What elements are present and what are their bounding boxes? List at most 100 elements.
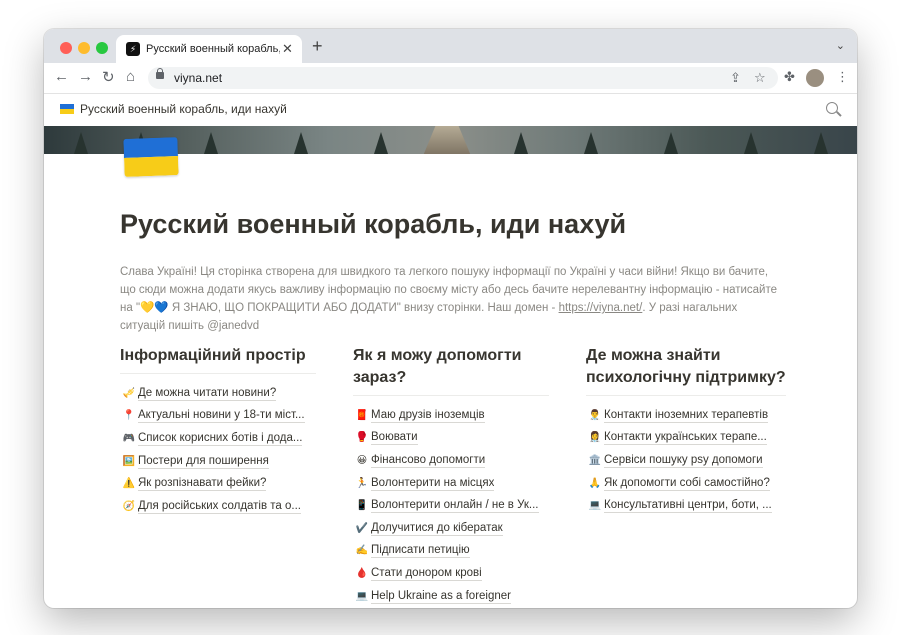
list-item-label: Постери для поширення [138,454,269,469]
compass-icon: 🧭 [122,500,136,512]
browser-toolbar: ← → ↻ ⌂ viyna.net ⇪ ☆ ✤ ⋮ [44,63,857,94]
red-envelope-icon: 🧧 [355,409,369,421]
list-item[interactable]: 🖼️ Постери для поширення [120,450,316,473]
breadcrumb[interactable]: Русский военный корабль, иди нахуй [80,102,287,116]
warning-icon: ⚠️ [122,478,136,490]
list-item[interactable]: 💻 Консультативні центри, боти, ... [586,494,786,517]
picture-icon: 🖼️ [122,455,136,467]
browser-menu-icon[interactable]: ⋮ [836,69,849,85]
list-item[interactable]: 📍 Актуальні новини у 18-ти міст... [120,405,316,428]
blood-drop-icon: 🩸 [355,567,369,579]
list-item-label: Маю друзів іноземців [371,408,485,423]
statue-figure [423,126,471,154]
list-item-label: Актуальні новини у 18-ти міст... [138,409,305,424]
tab-close-icon[interactable]: ✕ [282,41,293,57]
list-item-label: Підписати петицію [371,544,470,559]
list-item-label: Контакти українських терапе... [604,431,767,446]
pray-icon: 🙏 [588,477,602,489]
minimize-window-button[interactable] [78,42,90,54]
address-bar[interactable]: viyna.net ⇪ ☆ [148,67,778,89]
doctor-icon: 👨‍⚕️ [588,409,602,421]
notion-topbar: Русский военный корабль, иди нахуй [44,94,857,126]
pin-icon: 📍 [122,410,136,422]
intro-paragraph: Слава Україні! Ця сторінка створена для … [120,263,780,335]
check-icon: ✔️ [355,522,369,534]
list-item-label: Контакти іноземних терапевтів [604,408,769,423]
divider [586,395,786,396]
runner-icon: 🏃 [355,477,369,489]
list-item-label: Фінансово допомогти [371,453,486,468]
list-item[interactable]: 🧭 Для російських солдатів та о... [120,495,316,518]
list-item-label: Воювати [371,431,418,446]
laptop-icon: 💻 [355,590,369,602]
active-tab[interactable]: ⚡ Русский военный корабль, иди ✕ [116,35,302,63]
forward-icon[interactable]: → [78,68,93,85]
list-item-label: Волонтерити онлайн / не в Ук... [371,499,539,514]
ukraine-flag-icon [60,104,74,114]
close-window-button[interactable] [60,42,72,54]
back-icon[interactable]: ← [54,68,69,85]
list-item-label: Help Ukraine as a foreigner [371,589,511,604]
list-item-label: Стати донором крові [371,566,482,581]
list-item[interactable]: ⚠️ Як розпізнавати фейки? [120,472,316,495]
tab-strip: ⚡ Русский военный корабль, иди ✕ + ⌄ [44,29,857,63]
list-item-label: Для російських солдатів та о... [138,499,302,514]
list-item[interactable]: 👩‍⚕️ Контакти українських терапе... [586,427,786,450]
profile-avatar[interactable] [806,69,824,87]
boxing-glove-icon: 🥊 [355,432,369,444]
page-title: Русский военный корабль, иди нахуй [120,209,627,239]
list-item-label: Долучитися до кібератак [371,521,503,536]
list-item[interactable]: 🏃 Волонтерити на місцях [353,472,549,495]
list-item-label: Де можна читати новини? [138,386,277,401]
doctor-icon: 👩‍⚕️ [588,432,602,444]
list-item-label: Консультативні центри, боти, ... [604,499,772,514]
list-item-label: Як допомогти собі самостійно? [604,476,770,491]
column-heading: Де можна знайти психологічну підтримку? [586,347,786,386]
url-text: viyna.net [174,71,223,85]
smile-icon: 😀 [356,454,368,466]
list-item[interactable]: 🥊 Воювати [353,427,549,450]
trumpet-icon: 🎺 [122,387,136,399]
writing-hand-icon: ✍️ [355,545,369,557]
column-psychological-support: Де можна знайти психологічну підтримку? … [586,345,786,517]
list-item-label: Сервіси пошуку psy допомоги [604,453,763,468]
list-item-label: Як розпізнавати фейки? [138,477,267,492]
share-icon[interactable]: ⇪ [730,70,741,86]
home-icon[interactable]: ⌂ [126,68,135,85]
domain-link[interactable]: https://viyna.net/ [559,302,643,314]
list-item[interactable]: 📱 Волонтерити онлайн / не в Ук... [353,494,549,517]
divider [120,373,316,374]
column-heading: Як я можу допомогти зараз? [353,347,522,386]
chevron-down-icon[interactable]: ⌄ [836,39,845,52]
list-item[interactable]: 🎮 Список корисних ботів і дода... [120,427,316,450]
notion-favicon-icon: ⚡ [126,42,140,56]
list-item[interactable]: 🏛️ Сервіси пошуку psy допомоги [586,449,786,472]
list-item[interactable]: ✍️ Підписати петицію [353,540,549,563]
column-heading: Інформаційний простір [120,347,306,364]
laptop-icon: 💻 [588,500,602,512]
list-item[interactable]: 🙏 Як допомогти собі самостійно? [586,472,786,495]
list-item[interactable]: 🩸 Стати донором крові [353,562,549,585]
gamepad-icon: 🎮 [122,432,136,444]
tab-title: Русский военный корабль, иди [146,43,280,55]
search-icon[interactable] [826,102,838,114]
list-item-label: Волонтерити на місцях [371,476,495,491]
lock-icon [156,68,164,79]
list-item[interactable]: 🎺 Де можна читати новини? [120,382,316,405]
list-item[interactable]: 🧧 Маю друзів іноземців [353,404,549,427]
list-item[interactable]: 👨‍⚕️ Контакти іноземних терапевтів [586,404,786,427]
column-how-to-help: Як я можу допомогти зараз? 🧧 Маю друзів і… [353,345,549,607]
phone-icon: 📱 [355,500,369,512]
page-icon-ukraine-flag [123,137,179,177]
list-item[interactable]: 😀 Фінансово допомогти [353,449,549,472]
divider [353,395,549,396]
extensions-icon[interactable]: ✤ [784,69,795,85]
bookmark-star-icon[interactable]: ☆ [754,70,766,86]
reload-icon[interactable]: ↻ [102,68,115,86]
new-tab-button[interactable]: + [312,36,323,57]
list-item-label: Список корисних ботів і дода... [138,431,303,446]
list-item[interactable]: 💻 Help Ukraine as a foreigner [353,585,549,608]
maximize-window-button[interactable] [96,42,108,54]
column-information-space: Інформаційний простір 🎺 Де можна читати н… [120,345,316,518]
list-item[interactable]: ✔️ Долучитися до кібератак [353,517,549,540]
